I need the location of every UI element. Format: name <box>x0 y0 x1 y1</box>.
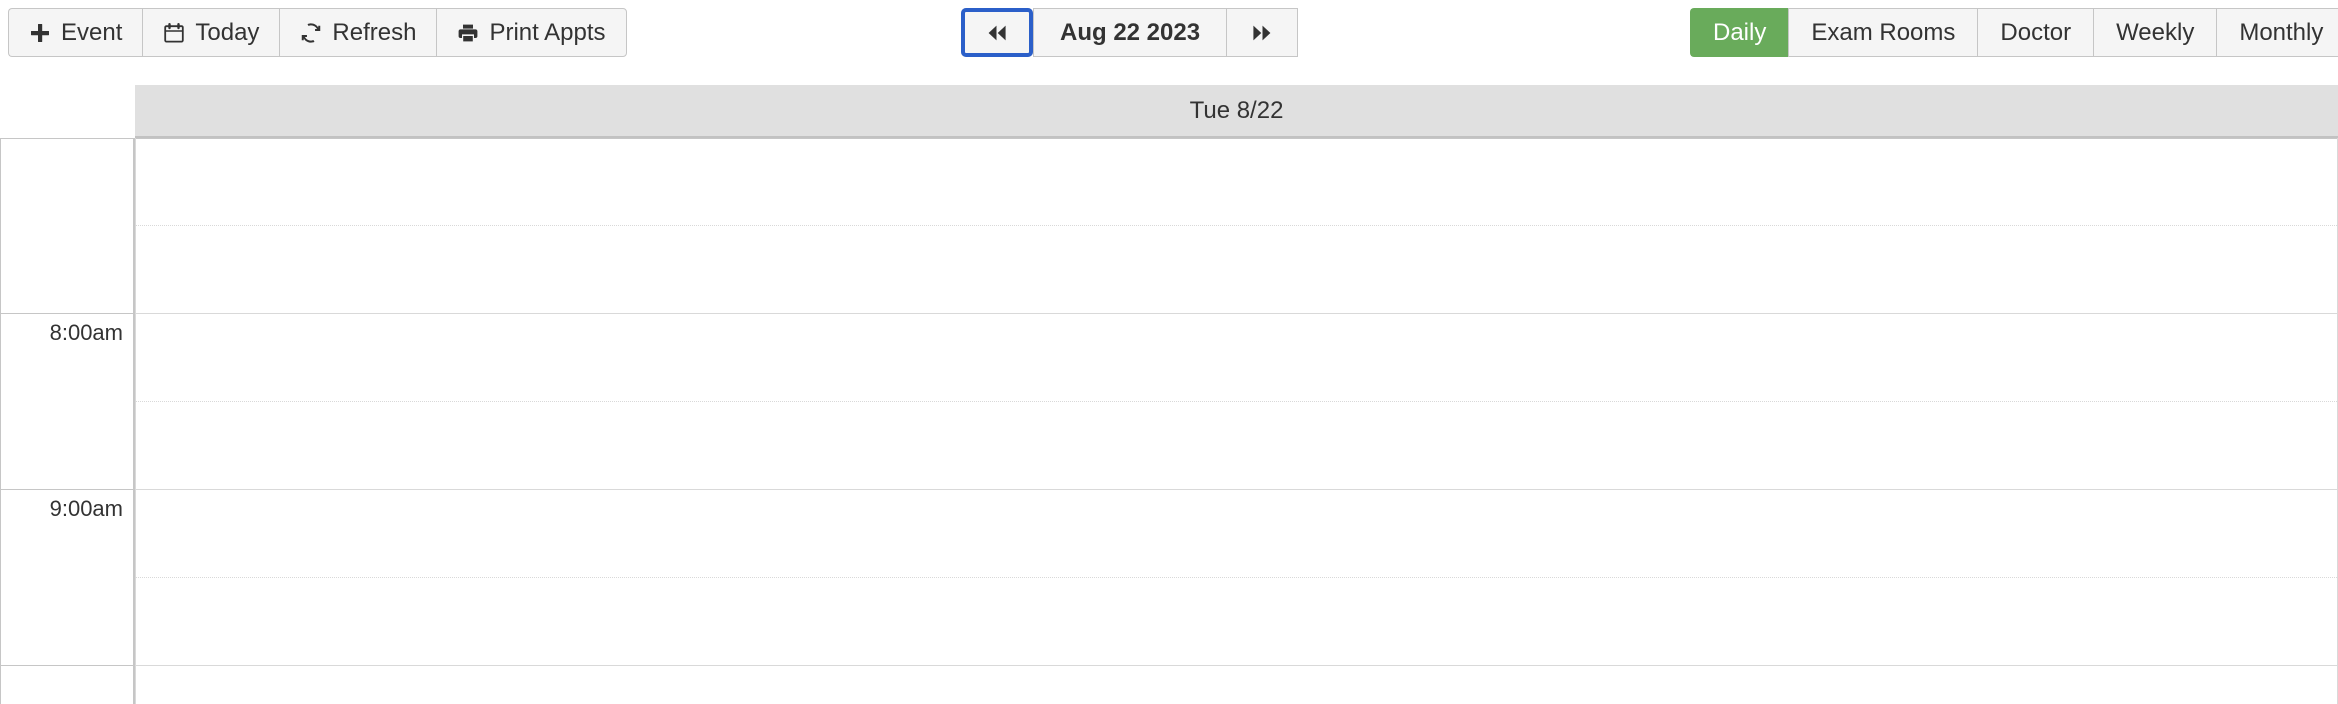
view-tab-monthly[interactable]: Monthly <box>2216 8 2338 57</box>
time-slot-hour <box>1 490 133 666</box>
view-tab-doctor[interactable]: Doctor <box>1977 8 2094 57</box>
half-hour-slot[interactable] <box>136 578 2337 666</box>
calendar-header-row: Tue 8/22 <box>0 85 2338 138</box>
day-column-tue[interactable] <box>135 138 2338 704</box>
calendar-body: 8:00am 9:00am <box>0 138 2338 704</box>
time-gutter-header <box>0 85 135 138</box>
today-label: Today <box>195 18 260 46</box>
refresh-button[interactable]: Refresh <box>279 8 437 57</box>
refresh-icon <box>300 22 322 44</box>
view-tab-weekly[interactable]: Weekly <box>2093 8 2217 57</box>
time-slot-hour: 9:00am <box>1 314 133 521</box>
print-appts-label: Print Appts <box>489 18 606 46</box>
toolbar-action-group: Event Today Refresh Print Appts <box>8 8 627 57</box>
view-switcher-group: Daily Exam Rooms Doctor Weekly Monthly <box>1690 8 2338 57</box>
new-event-button[interactable]: Event <box>8 8 143 57</box>
toolbar: Event Today Refresh Print Appts Aug 22 2… <box>0 0 2338 57</box>
date-navigation-group: Aug 22 2023 <box>961 8 1299 57</box>
time-gutter: 8:00am 9:00am <box>0 138 135 704</box>
refresh-label: Refresh <box>332 18 417 46</box>
calendar-daily-view: Tue 8/22 8:00am 9:00am <box>0 57 2338 704</box>
printer-icon <box>457 22 479 44</box>
double-chevron-right-icon <box>1249 22 1275 44</box>
half-hour-slot[interactable] <box>136 490 2337 578</box>
new-event-label: Event <box>61 18 123 46</box>
half-hour-slot[interactable] <box>136 226 2337 314</box>
half-hour-slot[interactable] <box>136 402 2337 490</box>
current-date-label[interactable]: Aug 22 2023 <box>1033 8 1227 57</box>
next-day-button[interactable] <box>1226 8 1299 57</box>
view-tab-exam-rooms[interactable]: Exam Rooms <box>1788 8 1978 57</box>
double-chevron-left-icon <box>984 22 1010 44</box>
view-tab-daily[interactable]: Daily <box>1690 8 1789 57</box>
time-slot-hour: 8:00am <box>1 138 133 345</box>
half-hour-slot[interactable] <box>136 138 2337 226</box>
half-hour-slot[interactable] <box>136 314 2337 402</box>
day-column-header: Tue 8/22 <box>135 85 2338 138</box>
today-button[interactable]: Today <box>142 8 280 57</box>
half-hour-slot[interactable] <box>136 666 2337 704</box>
calendar-icon <box>163 22 185 44</box>
plus-icon <box>29 22 51 44</box>
print-appts-button[interactable]: Print Appts <box>436 8 627 57</box>
previous-day-button[interactable] <box>961 8 1033 57</box>
